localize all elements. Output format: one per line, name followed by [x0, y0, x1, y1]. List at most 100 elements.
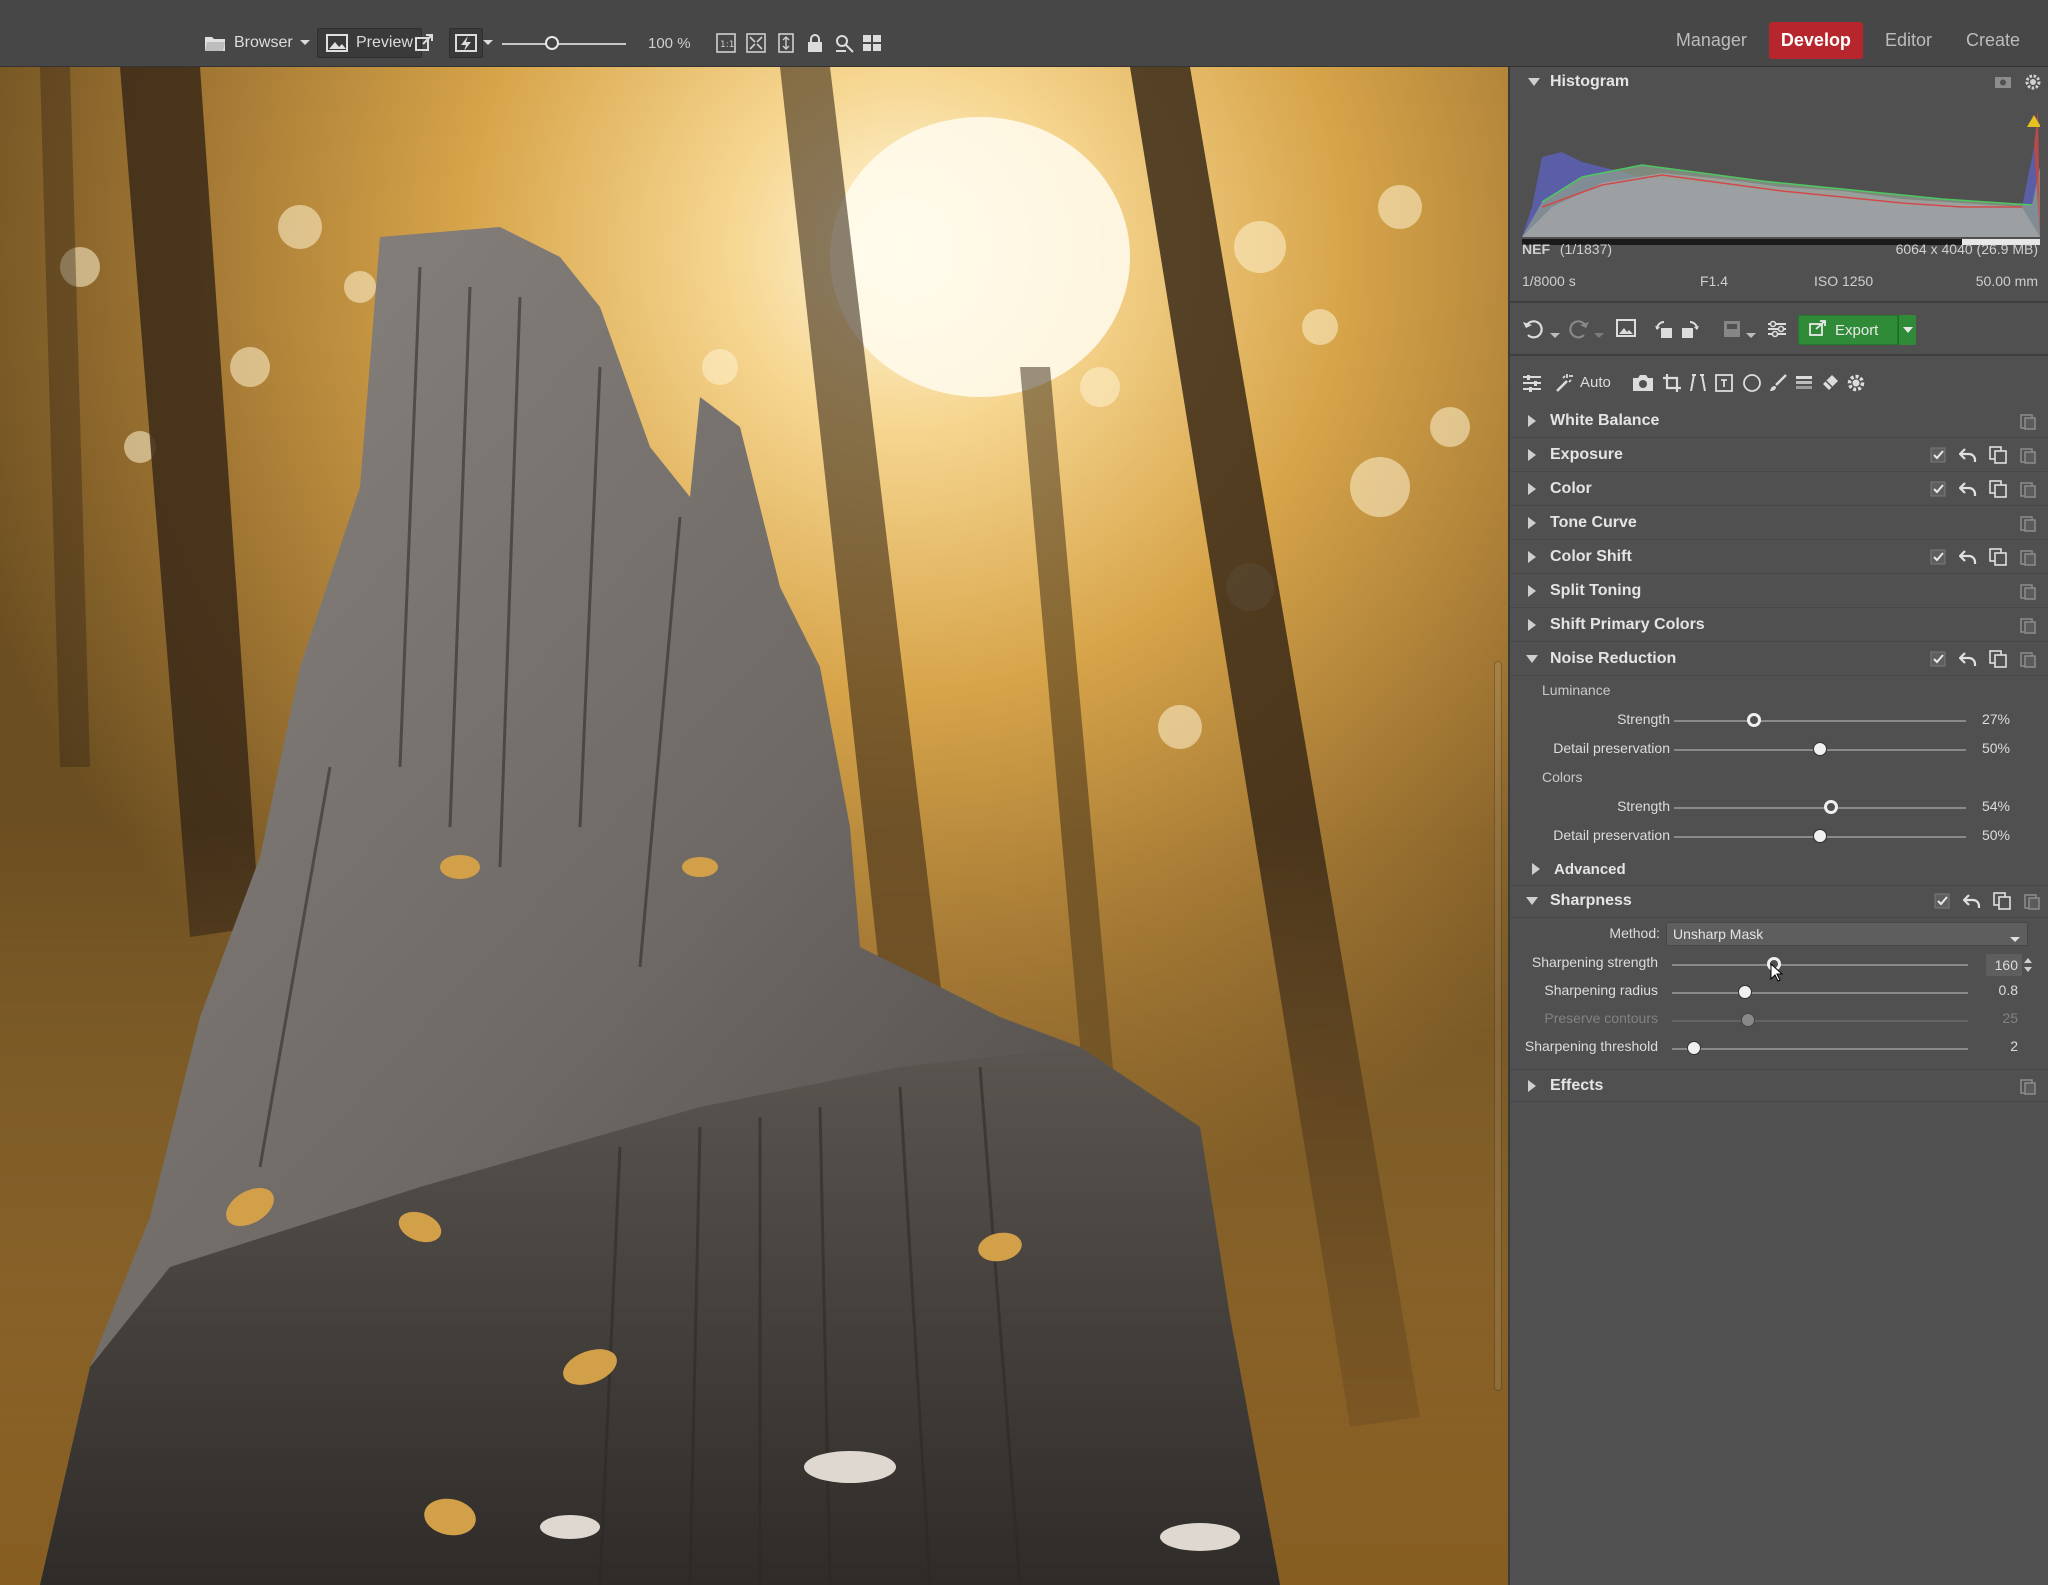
- browser-dropdown-arrow[interactable]: [299, 28, 311, 58]
- tab-manager[interactable]: Manager: [1664, 22, 1759, 59]
- crop-icon[interactable]: [1662, 373, 1682, 397]
- paste-icon[interactable]: [2018, 411, 2038, 431]
- lock-icon[interactable]: [806, 28, 824, 58]
- section-tone-curve[interactable]: Tone Curve: [1510, 507, 2048, 540]
- paste-icon[interactable]: [2018, 547, 2038, 567]
- tab-create[interactable]: Create: [1954, 22, 2032, 59]
- reset-icon[interactable]: [1958, 479, 1978, 499]
- sharpen-threshold-track[interactable]: [1672, 1048, 1968, 1050]
- eraser-icon[interactable]: [1820, 373, 1840, 397]
- section-effects[interactable]: Effects: [1510, 1069, 2048, 1102]
- histogram-header[interactable]: Histogram: [1510, 67, 2048, 97]
- iso: ISO 1250: [1814, 273, 1874, 289]
- paste-icon[interactable]: [2018, 513, 2038, 533]
- section-advanced[interactable]: Advanced: [1510, 853, 2048, 886]
- fit-screen-icon[interactable]: [746, 28, 766, 58]
- preview-button[interactable]: Preview: [317, 28, 422, 58]
- section-shift-primary-colors[interactable]: Shift Primary Colors: [1510, 609, 2048, 642]
- zoom-1-1-icon[interactable]: 1:1: [716, 28, 736, 58]
- rectangle-mask-icon[interactable]: [1714, 373, 1734, 397]
- adjust-settings-icon[interactable]: [1766, 319, 1788, 343]
- section-noise-reduction[interactable]: Noise Reduction: [1510, 643, 2048, 676]
- lum-detail-knob[interactable]: [1813, 742, 1827, 756]
- paste-icon[interactable]: [2018, 479, 2038, 499]
- sharpen-threshold-knob[interactable]: [1687, 1041, 1701, 1055]
- sharpen-strength-track[interactable]: [1672, 964, 1968, 966]
- settings-gear-icon[interactable]: [2024, 73, 2042, 95]
- col-strength-knob[interactable]: [1824, 800, 1838, 814]
- undo-icon[interactable]: [1522, 319, 1544, 343]
- col-detail-knob[interactable]: [1813, 829, 1827, 843]
- section-color-shift[interactable]: Color Shift: [1510, 541, 2048, 574]
- checkbox-icon[interactable]: [1928, 547, 1948, 567]
- section-sharpness[interactable]: Sharpness: [1510, 885, 2048, 918]
- auto-label[interactable]: Auto: [1580, 374, 1611, 391]
- tab-develop[interactable]: Develop: [1768, 22, 1863, 59]
- brush-icon[interactable]: [1768, 373, 1788, 397]
- tab-editor[interactable]: Editor: [1873, 22, 1944, 59]
- paste-icon[interactable]: [2018, 615, 2038, 635]
- paste-icon[interactable]: [2018, 649, 2038, 669]
- redo-dropdown-arrow[interactable]: [1594, 326, 1604, 343]
- lum-strength-knob[interactable]: [1747, 713, 1761, 727]
- copy-icon[interactable]: [1988, 547, 2008, 567]
- section-exposure[interactable]: Exposure: [1510, 439, 2048, 472]
- reset-icon[interactable]: [1958, 547, 1978, 567]
- gradient-filter-icon[interactable]: [1794, 373, 1814, 397]
- checkbox-icon[interactable]: [1928, 649, 1948, 669]
- gear-icon[interactable]: [1846, 373, 1866, 397]
- col-strength-track[interactable]: [1674, 807, 1966, 809]
- reset-icon[interactable]: [1958, 445, 1978, 465]
- reset-icon[interactable]: [1958, 649, 1978, 669]
- copy-icon[interactable]: [1992, 891, 2012, 911]
- grid-view-icon[interactable]: [862, 28, 882, 58]
- presets-dropdown-arrow[interactable]: [1746, 326, 1756, 343]
- redo-icon[interactable]: [1568, 319, 1590, 343]
- paste-icon[interactable]: [2018, 445, 2038, 465]
- rotate-right-icon[interactable]: [1680, 319, 1700, 343]
- section-white-balance[interactable]: White Balance: [1510, 405, 2048, 438]
- rotate-left-icon[interactable]: [1654, 319, 1674, 343]
- sharpen-radius-knob[interactable]: [1738, 985, 1752, 999]
- paste-icon[interactable]: [2018, 1076, 2038, 1096]
- original-image-icon[interactable]: [1616, 319, 1636, 341]
- auto-button[interactable]: [1554, 373, 1574, 397]
- method-select[interactable]: Unsharp Mask: [1666, 922, 2028, 946]
- copy-icon[interactable]: [1988, 649, 2008, 669]
- copy-icon[interactable]: [1988, 445, 2008, 465]
- export-button[interactable]: Export: [1798, 315, 1898, 345]
- sliders-icon[interactable]: [1522, 373, 1542, 397]
- export-dropdown-arrow[interactable]: [1898, 315, 1916, 345]
- compare-icon[interactable]: [834, 28, 856, 58]
- zoom-slider-track[interactable]: [502, 43, 626, 45]
- external-window-icon[interactable]: [414, 28, 434, 58]
- radial-filter-icon[interactable]: [1742, 373, 1762, 397]
- sharpen-strength-input[interactable]: 160: [1986, 954, 2022, 976]
- sharpen-radius-track[interactable]: [1672, 992, 1968, 994]
- checkbox-icon[interactable]: [1932, 891, 1952, 911]
- paste-icon[interactable]: [2018, 581, 2038, 601]
- quick-fix-button[interactable]: [449, 28, 483, 58]
- paste-icon[interactable]: [2022, 891, 2042, 911]
- photo-viewport[interactable]: [0, 67, 1508, 1585]
- checkbox-icon[interactable]: [1928, 479, 1948, 499]
- copy-icon[interactable]: [1988, 479, 2008, 499]
- collapse-triangle-icon: [1528, 78, 1540, 86]
- camera-icon[interactable]: [1994, 74, 2012, 94]
- checkbox-icon[interactable]: [1928, 445, 1948, 465]
- perspective-icon[interactable]: [1688, 373, 1708, 397]
- viewport-scrollbar[interactable]: [1494, 661, 1502, 1391]
- presets-icon[interactable]: [1722, 319, 1742, 343]
- quick-fix-dropdown-arrow[interactable]: [482, 28, 494, 58]
- camera-tool-icon[interactable]: [1632, 373, 1654, 397]
- lum-strength-track[interactable]: [1674, 720, 1966, 722]
- section-color[interactable]: Color: [1510, 473, 2048, 506]
- browser-button[interactable]: Browser: [204, 28, 293, 58]
- section-split-toning[interactable]: Split Toning: [1510, 575, 2048, 608]
- action-toolbar: [1510, 307, 2048, 353]
- zoom-slider-knob[interactable]: [545, 36, 559, 50]
- stepper-arrows-icon[interactable]: [2023, 955, 2033, 979]
- reset-icon[interactable]: [1962, 891, 1982, 911]
- fit-height-icon[interactable]: [776, 28, 796, 58]
- undo-dropdown-arrow[interactable]: [1550, 326, 1560, 343]
